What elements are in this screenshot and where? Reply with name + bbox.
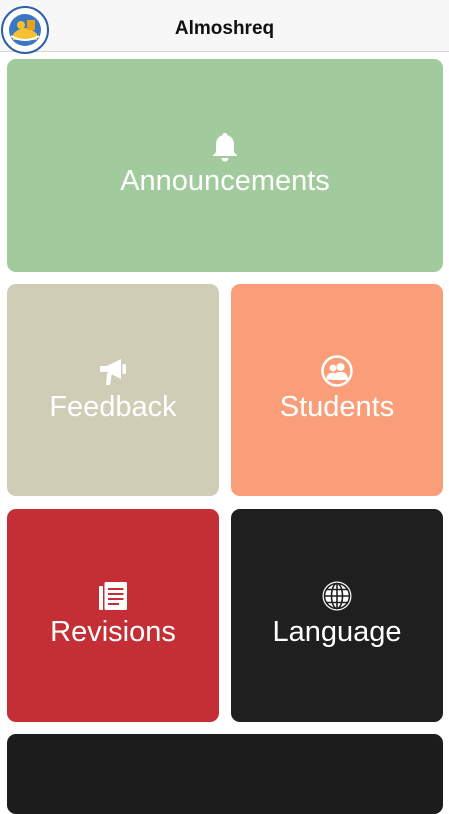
language-label: Language [272,616,402,648]
app-header: Almoshreq [0,0,449,54]
globe-icon [321,580,353,612]
bottom-tile[interactable] [7,734,443,814]
app-title: Almoshreq [174,18,275,39]
bell-icon [211,131,239,163]
students-tile[interactable]: Students [231,284,443,496]
language-tile[interactable]: Language [231,509,443,722]
announcements-label: Announcements [120,165,330,197]
revisions-tile[interactable]: Revisions [7,509,219,722]
feedback-tile[interactable]: Feedback [7,284,219,496]
feedback-label: Feedback [49,391,177,423]
revisions-label: Revisions [50,616,176,648]
people-icon [321,355,353,387]
megaphone-icon [97,355,129,387]
announcements-tile[interactable]: Announcements [7,59,443,272]
document-icon [97,580,129,612]
students-label: Students [279,391,395,423]
